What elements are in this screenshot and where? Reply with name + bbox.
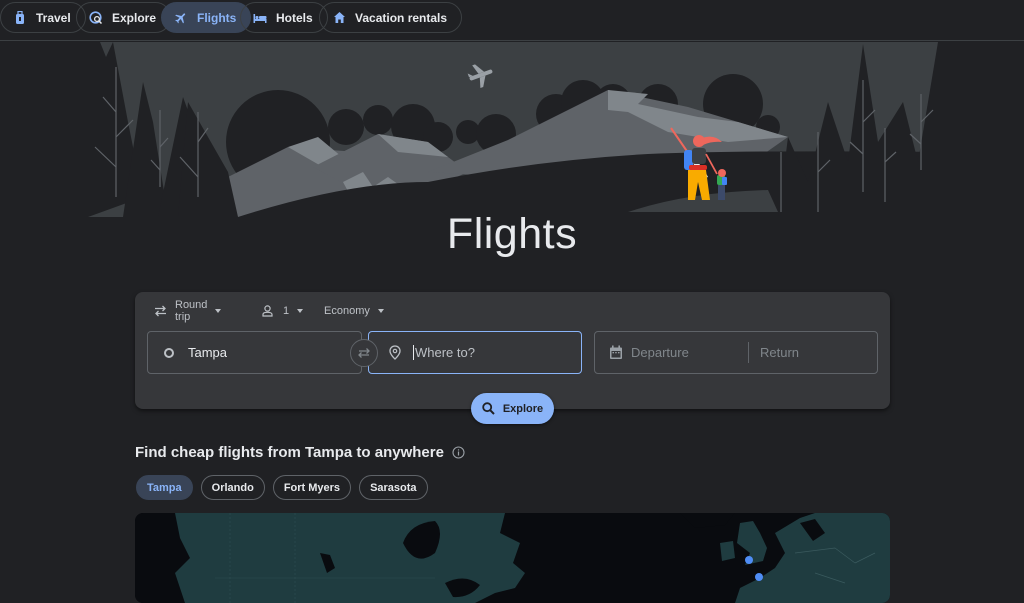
chip-orlando[interactable]: Orlando (200, 475, 265, 500)
bed-icon (253, 11, 267, 25)
chip-sarasota[interactable]: Sarasota (359, 475, 428, 500)
explore-icon (89, 10, 103, 25)
trip-type-dropdown[interactable]: Round trip (154, 299, 222, 323)
origin-value: Tampa (188, 345, 228, 360)
chip-fort-myers[interactable]: Fort Myers (272, 475, 352, 500)
calendar-icon (609, 345, 623, 360)
flight-search-card: Round trip 1 Economy Tampa Where to? Dep… (135, 292, 890, 409)
passengers-value: 1 (283, 305, 290, 317)
hero-illustration (88, 42, 946, 217)
search-icon (482, 402, 495, 415)
tab-label: Hotels (276, 10, 313, 25)
location-pin-icon (389, 345, 401, 360)
chip-tampa[interactable]: Tampa (136, 475, 193, 500)
tab-label: Explore (112, 10, 157, 25)
departure-placeholder[interactable]: Departure (631, 345, 746, 360)
chevron-down-icon (297, 309, 304, 313)
cheap-flights-title: Find cheap flights from Tampa to anywher… (135, 444, 444, 461)
map-destination-pin (755, 573, 763, 581)
tab-label: Vacation rentals (355, 10, 448, 25)
origin-city-chips: Tampa Orlando Fort Myers Sarasota (136, 475, 428, 500)
origin-circle-icon (164, 347, 174, 358)
info-icon[interactable] (452, 446, 465, 459)
chevron-down-icon (377, 309, 384, 313)
cabin-class-dropdown[interactable]: Economy (324, 305, 384, 317)
cheap-flights-heading: Find cheap flights from Tampa to anywher… (135, 444, 465, 461)
destination-input[interactable]: Where to? (368, 331, 582, 374)
destinations-map[interactable] (135, 513, 890, 603)
luggage-icon (13, 10, 27, 25)
swap-arrows-icon (154, 305, 167, 317)
page-title: Flights (446, 210, 578, 258)
date-divider (748, 342, 749, 363)
text-cursor (413, 345, 414, 360)
origin-input[interactable]: Tampa (147, 331, 362, 374)
map-land-ireland (720, 541, 735, 561)
return-placeholder[interactable]: Return (760, 345, 799, 360)
destination-placeholder: Where to? (415, 345, 475, 360)
map-destination-pin (745, 556, 753, 564)
tab-travel[interactable]: Travel (0, 2, 86, 33)
tab-explore[interactable]: Explore (76, 2, 172, 33)
tab-label: Flights (197, 10, 237, 25)
swap-locations-button[interactable] (350, 339, 378, 367)
passengers-dropdown[interactable]: 1 (262, 305, 304, 317)
tab-vacation-rentals[interactable]: Vacation rentals (319, 2, 463, 33)
date-range-input[interactable]: Departure Return (594, 331, 878, 374)
top-navigation: Travel Explore Flights Hotels Vacation r… (0, 0, 1024, 41)
explore-button[interactable]: Explore (471, 393, 554, 424)
chevron-down-icon (215, 309, 222, 313)
tab-label: Travel (36, 10, 71, 25)
trip-type-value: Round trip (175, 299, 208, 323)
tab-flights[interactable]: Flights (161, 2, 252, 33)
house-icon (332, 11, 346, 25)
cabin-class-value: Economy (324, 305, 370, 317)
swap-icon (358, 348, 370, 358)
explore-label: Explore (502, 402, 544, 415)
person-icon (262, 305, 273, 317)
tab-hotels[interactable]: Hotels (240, 2, 328, 33)
airplane-icon (174, 11, 188, 25)
